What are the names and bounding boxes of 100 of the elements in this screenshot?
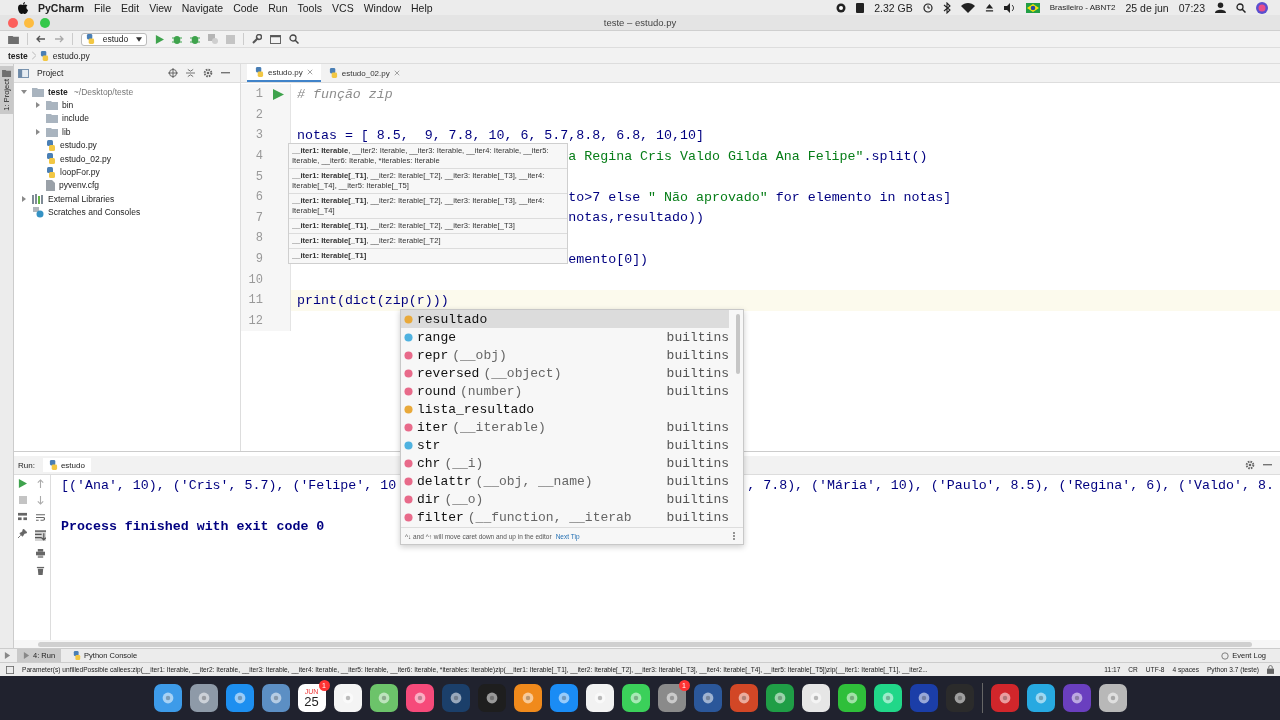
app-icon[interactable] (909, 684, 938, 712)
app-icon[interactable] (477, 684, 506, 712)
tree-item[interactable]: include (14, 111, 240, 126)
breadcrumb-item[interactable]: teste (8, 50, 28, 61)
memory-status[interactable]: 2.32 GB (874, 1, 913, 14)
minimize-icon[interactable] (221, 72, 230, 74)
eject-icon[interactable] (984, 3, 994, 12)
lock-icon[interactable] (1267, 665, 1274, 674)
completion-item[interactable]: round (number) builtins (401, 382, 729, 400)
collapse-icon[interactable] (186, 68, 195, 78)
flag-icon[interactable] (1025, 2, 1040, 13)
completion-item[interactable]: reversed (__object) builtins (401, 364, 729, 382)
editor-tab[interactable]: estudo_02.py (320, 64, 408, 82)
app-icon[interactable] (1026, 684, 1055, 712)
menu-item[interactable]: Run (268, 1, 288, 14)
menu-item[interactable]: Navigate (181, 1, 224, 14)
completion-item[interactable]: delattr (__obj, __name) builtins (401, 472, 729, 490)
tree-item[interactable]: External Libraries (14, 192, 240, 206)
app-icon[interactable] (990, 684, 1019, 712)
apple-icon[interactable] (18, 1, 28, 14)
folder-icon[interactable] (8, 34, 19, 44)
tree-item[interactable]: bin (14, 98, 240, 112)
app-icon[interactable] (837, 684, 866, 712)
run-icon[interactable] (155, 34, 164, 44)
app-icon[interactable] (153, 684, 182, 712)
menu-date[interactable]: 25 de jun (1125, 1, 1169, 14)
minimize-icon[interactable] (1263, 464, 1272, 466)
run-icon[interactable] (18, 479, 27, 488)
clock-icon[interactable] (922, 2, 933, 13)
record-icon[interactable] (836, 2, 847, 13)
scroll-to-end-icon[interactable] (35, 530, 46, 541)
app-icon[interactable] (729, 684, 758, 712)
editor-tab[interactable]: estudo.py (247, 64, 321, 82)
app-icon[interactable] (585, 684, 614, 712)
app-icon[interactable] (621, 684, 650, 712)
menu-clock[interactable]: 07:23 (1178, 1, 1205, 14)
user-icon[interactable] (1215, 2, 1226, 13)
app-icon[interactable] (513, 684, 542, 712)
wrench-icon[interactable] (252, 34, 262, 44)
collapsed-arrow-icon[interactable] (20, 194, 28, 203)
menu-item[interactable]: Edit (121, 1, 140, 14)
pin-icon[interactable] (18, 529, 27, 538)
app-icon[interactable] (945, 684, 974, 712)
tree-item[interactable]: estudo_02.py (14, 151, 240, 166)
collapsed-arrow-icon[interactable] (34, 101, 42, 110)
run-tab[interactable]: estudo (42, 458, 91, 472)
app-icon[interactable] (225, 684, 254, 712)
completion-item[interactable]: dir (__o) builtins (401, 490, 729, 508)
scrollbar[interactable] (736, 314, 740, 374)
toggle-panel-icon[interactable] (4, 652, 11, 659)
menu-item[interactable]: Window (363, 1, 401, 14)
app-icon[interactable] (441, 684, 470, 712)
bug-icon[interactable] (190, 34, 200, 44)
app-icon[interactable] (1098, 684, 1127, 712)
settings-icon[interactable] (1245, 460, 1255, 470)
scrollbar[interactable] (38, 641, 1252, 647)
layout-icon[interactable] (18, 512, 27, 521)
app-icon[interactable] (801, 684, 830, 712)
siri-icon[interactable] (1256, 1, 1268, 14)
bug-icon[interactable] (172, 34, 182, 44)
app-icon[interactable] (369, 684, 398, 712)
run-configuration-dropdown[interactable]: estudo (81, 32, 147, 46)
tree-item[interactable]: loopFor.py (14, 165, 240, 179)
breadcrumb-item[interactable]: estudo.py (52, 50, 90, 61)
completion-item[interactable]: resultado (401, 310, 729, 328)
app-icon[interactable] (261, 684, 290, 712)
app-icon[interactable] (765, 684, 794, 712)
tree-item[interactable]: lib (14, 125, 240, 139)
app-icon[interactable] (549, 684, 578, 712)
app-icon[interactable] (189, 684, 218, 712)
settings-icon[interactable] (203, 68, 213, 78)
app-icon[interactable] (333, 684, 362, 712)
tree-item[interactable]: Scratches and Consoles (14, 205, 240, 219)
print-icon[interactable] (36, 549, 45, 558)
menu-item[interactable]: Help (411, 1, 433, 14)
window-icon[interactable] (6, 665, 14, 674)
menu-item[interactable]: Tools (297, 1, 323, 14)
expanded-arrow-icon[interactable] (20, 87, 28, 96)
run-icon[interactable] (273, 88, 284, 100)
back-arrow-icon[interactable] (36, 34, 46, 44)
search-icon[interactable] (1236, 2, 1246, 13)
app-icon[interactable] (405, 684, 434, 712)
trash-icon[interactable] (36, 566, 45, 575)
completion-item[interactable]: str builtins (401, 436, 729, 454)
volume-icon[interactable] (1003, 2, 1016, 13)
window-icon[interactable] (270, 34, 281, 44)
tree-item[interactable]: teste ~/Desktop/teste (14, 85, 240, 99)
completion-item[interactable]: lista_resultado (401, 400, 729, 418)
collapsed-arrow-icon[interactable] (34, 127, 42, 136)
search-icon[interactable] (289, 34, 299, 44)
target-icon[interactable] (168, 68, 178, 78)
keyboard-layout[interactable]: Brasileiro - ABNT2 (1049, 3, 1116, 12)
app-menu[interactable]: PyCharm (38, 1, 85, 14)
completion-item[interactable]: repr (__obj) builtins (401, 346, 729, 364)
tree-item[interactable]: pyvenv.cfg (14, 178, 240, 193)
completion-item[interactable]: chr (__i) builtins (401, 454, 729, 472)
wrap-icon[interactable] (36, 513, 45, 522)
completion-item[interactable]: range builtins (401, 328, 729, 346)
app-icon[interactable] (873, 684, 902, 712)
app-icon[interactable] (693, 684, 722, 712)
